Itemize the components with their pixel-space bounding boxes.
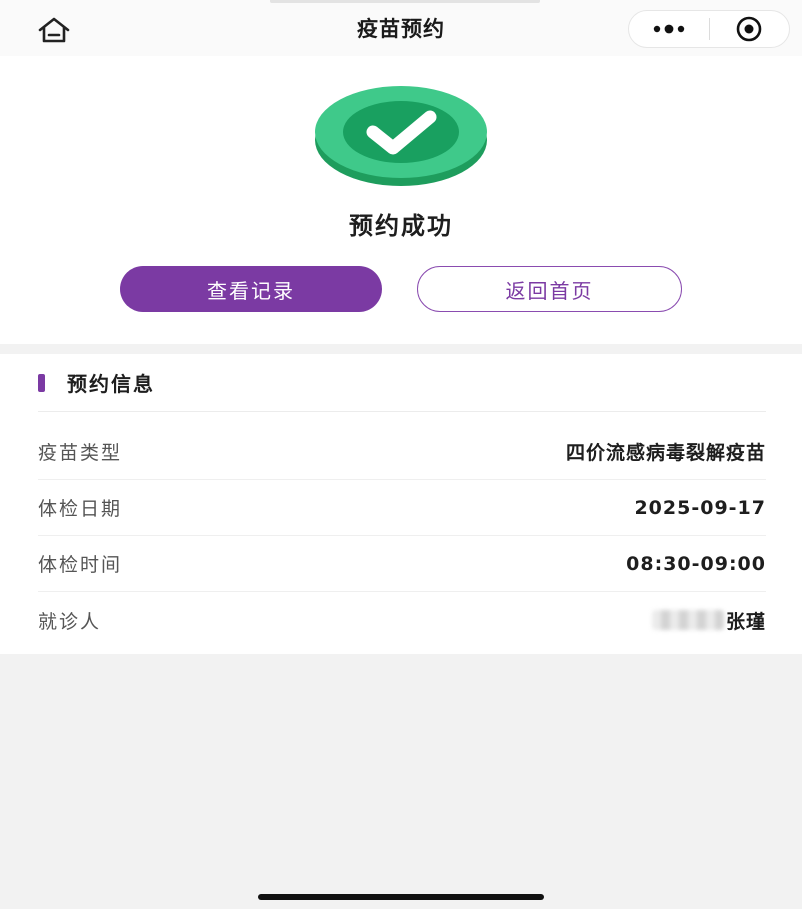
section-accent-bar xyxy=(38,373,45,392)
home-icon[interactable] xyxy=(34,15,74,45)
success-section: 预约成功 查看记录 返回首页 xyxy=(0,56,802,344)
row-label: 体检日期 xyxy=(38,498,123,520)
target-circle-icon xyxy=(736,16,762,42)
info-row-exam-time: 体检时间 08:30-09:00 xyxy=(38,536,766,592)
info-row-vaccine-type: 疫苗类型 四价流感病毒裂解疫苗 xyxy=(38,424,766,480)
app-screen: 疫苗预约 预约成功 查看记录 返回首页 预约信息 疫苗类型 四价流感病毒裂解疫苗… xyxy=(0,0,802,909)
row-label: 体检时间 xyxy=(38,554,123,576)
info-header: 预约信息 xyxy=(38,354,766,412)
back-home-button[interactable]: 返回首页 xyxy=(417,266,682,312)
info-row-patient: 就诊人 张瑾 xyxy=(38,592,766,648)
row-label: 就诊人 xyxy=(38,610,102,633)
row-value: 2025-09-17 xyxy=(634,496,766,519)
navbar: 疫苗预约 xyxy=(0,0,802,56)
check-circle-icon xyxy=(315,86,487,186)
row-value: 四价流感病毒裂解疫苗 xyxy=(565,442,766,464)
info-row-exam-date: 体检日期 2025-09-17 xyxy=(38,480,766,536)
row-label: 疫苗类型 xyxy=(38,442,123,464)
section-title: 预约信息 xyxy=(67,372,155,396)
patient-name-wrap: 张瑾 xyxy=(651,607,766,634)
row-value: 08:30-09:00 xyxy=(626,552,766,575)
home-indicator-bar xyxy=(258,894,544,900)
view-records-button[interactable]: 查看记录 xyxy=(120,266,382,312)
close-button[interactable] xyxy=(710,11,790,47)
more-button[interactable] xyxy=(629,11,709,47)
patient-name: 张瑾 xyxy=(725,610,766,633)
success-message: 预约成功 xyxy=(349,212,453,240)
redacted-mask xyxy=(651,610,724,630)
more-dots-icon xyxy=(653,24,684,34)
top-handle xyxy=(270,0,540,3)
page-title: 疫苗预约 xyxy=(357,17,445,41)
mini-program-capsule xyxy=(628,10,790,48)
appointment-info-card: 预约信息 疫苗类型 四价流感病毒裂解疫苗 体检日期 2025-09-17 体检时… xyxy=(0,354,802,654)
